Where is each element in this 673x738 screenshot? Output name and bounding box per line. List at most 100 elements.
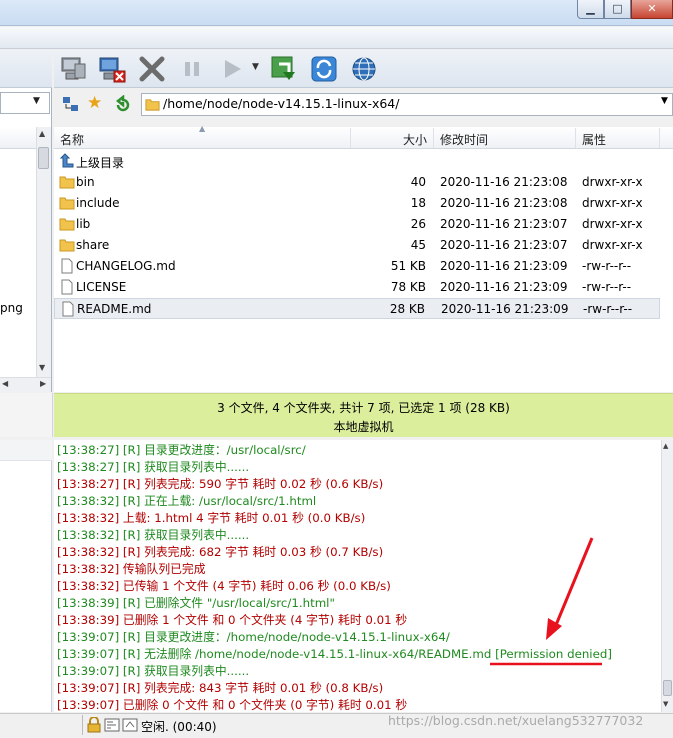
local-list-header <box>0 127 36 149</box>
log-entry: [13:38:27] [R] 获取目录列表中...... <box>57 460 250 474</box>
left-toolbar <box>0 50 52 88</box>
file-name: LICENSE <box>76 280 127 294</box>
file-size: 28 KB <box>389 302 425 316</box>
table-row[interactable]: bin 40 2020-11-16 21:23:08 drwxr-xr-x <box>54 172 660 193</box>
watermark: https://blog.csdn.net/xuelang532777032 <box>388 713 644 728</box>
chevron-down-icon[interactable]: ▼ <box>661 96 668 106</box>
chevron-down-icon[interactable]: ▼ <box>252 62 259 72</box>
remote-path-text[interactable]: /home/node/node-v14.15.1-linux-x64/ <box>163 96 399 111</box>
file-list-header <box>54 127 673 149</box>
log-entry: [13:38:32] [R] 获取目录列表中...... <box>57 528 250 542</box>
folder-icon <box>59 218 75 231</box>
maximize-button[interactable]: □ <box>604 0 631 19</box>
file-attributes: drwxr-xr-x <box>582 217 643 231</box>
host-name: 本地虚拟机 <box>333 420 394 434</box>
log-entry: [13:39:07] [R] 目录更改进度：/home/node/node-v1… <box>57 630 450 644</box>
file-icon <box>61 258 73 274</box>
parent-dir-icon <box>59 153 74 168</box>
chevron-down-icon[interactable]: ▼ <box>33 96 40 106</box>
log-entry: [13:38:39] [R] 已删除文件 "/usr/local/src/1.h… <box>57 596 335 610</box>
local-file-name[interactable]: png <box>0 301 23 315</box>
minimize-button[interactable]: ▁ <box>577 0 604 19</box>
log-entry: [13:39:07] [R] 无法删除 /home/node/node-v14.… <box>57 647 612 661</box>
column-header-size[interactable]: 大小 <box>403 131 427 148</box>
file-icon <box>61 279 73 295</box>
folder-icon <box>59 197 75 210</box>
globe-icon[interactable] <box>349 54 379 84</box>
column-header-attr[interactable]: 属性 <box>582 131 606 148</box>
folder-icon <box>59 176 75 189</box>
menu-strip <box>0 27 673 49</box>
cancel-icon[interactable] <box>137 54 167 84</box>
file-attributes: drwxr-xr-x <box>582 196 643 210</box>
log-entry: [13:38:32] 已传输 1 个文件 (4 字节) 耗时 0.06 秒 (0… <box>57 579 391 593</box>
pause-icon[interactable] <box>177 54 207 84</box>
log-vertical-scrollbar[interactable]: ▲ ▼ <box>661 440 673 712</box>
file-name: lib <box>76 217 91 231</box>
log-entry: [13:39:07] 已删除 0 个文件 和 0 个文件夹 (0 字节) 耗时 … <box>57 698 408 712</box>
back-arrow-icon[interactable] <box>114 95 132 113</box>
pane-separator <box>0 393 53 437</box>
table-row[interactable]: README.md 28 KB 2020-11-16 21:23:09 -rw-r--… <box>54 298 660 319</box>
file-size: 40 <box>410 175 426 189</box>
file-attributes: drwxr-xr-x <box>582 175 643 189</box>
file-modified: 2020-11-16 21:23:08 <box>440 175 568 189</box>
file-size: 78 KB <box>390 280 426 294</box>
idle-status: 空闲. (00:40) <box>141 720 217 734</box>
queue-header <box>0 440 52 461</box>
local-vertical-scrollbar[interactable]: ▲ ▼ <box>36 127 51 377</box>
connection-status-icon <box>122 718 138 732</box>
local-address-box[interactable] <box>0 92 50 114</box>
table-row[interactable]: lib 26 2020-11-16 21:23:07 drwxr-xr-x <box>54 214 660 235</box>
title-bar <box>0 0 673 26</box>
file-icon <box>62 301 74 317</box>
sync-download-icon[interactable] <box>269 54 299 84</box>
file-modified: 2020-11-16 21:23:09 <box>441 302 569 316</box>
file-name: include <box>76 196 120 210</box>
column-header-name[interactable]: 名称 <box>60 131 84 148</box>
refresh-icon[interactable] <box>309 54 339 84</box>
terminal-icon[interactable] <box>104 717 120 733</box>
file-size: 26 <box>410 217 426 231</box>
file-size: 18 <box>410 196 426 210</box>
connect-icon[interactable] <box>59 54 89 84</box>
file-size: 51 KB <box>390 259 426 273</box>
play-icon[interactable] <box>217 54 247 84</box>
file-name: 上级目录 <box>76 156 125 170</box>
table-row[interactable]: 上级目录 <box>54 151 660 172</box>
file-name: CHANGELOG.md <box>76 259 176 273</box>
favorite-star-icon[interactable]: ★ <box>87 93 102 113</box>
log-entry: [13:38:32] [R] 列表完成: 682 字节 耗时 0.03 秒 (0… <box>57 545 384 559</box>
folder-icon <box>59 239 75 252</box>
sort-ascending-icon: ▲ <box>199 124 206 133</box>
table-row[interactable]: LICENSE 78 KB 2020-11-16 21:23:09 -rw-r--r-… <box>54 277 660 298</box>
table-row[interactable]: CHANGELOG.md 51 KB 2020-11-16 21:23:09 -rw-… <box>54 256 660 277</box>
file-modified: 2020-11-16 21:23:07 <box>440 238 568 252</box>
file-modified: 2020-11-16 21:23:09 <box>440 280 568 294</box>
toolbar: ▼ <box>54 50 673 88</box>
log-entry: [13:38:32] 上载: 1.html 4 字节 耗时 0.01 秒 (0.… <box>57 511 366 525</box>
queue-pane <box>0 440 52 712</box>
table-row[interactable]: include 18 2020-11-16 21:23:08 drwxr-xr-x <box>54 193 660 214</box>
disconnect-icon[interactable] <box>97 54 127 84</box>
file-attributes: -rw-r--r-- <box>583 302 633 316</box>
folder-icon <box>145 99 160 111</box>
divider <box>82 715 83 735</box>
network-icon[interactable] <box>62 96 79 113</box>
file-attributes: -rw-r--r-- <box>582 280 632 294</box>
local-horizontal-scrollbar[interactable]: ◀ ▶ <box>0 377 51 392</box>
file-attributes: -rw-r--r-- <box>582 259 632 273</box>
log-entry: [13:38:32] [R] 正在上载: /usr/local/src/1.ht… <box>57 494 317 508</box>
table-row[interactable]: share 45 2020-11-16 21:23:07 drwxr-xr-x <box>54 235 660 256</box>
file-modified: 2020-11-16 21:23:07 <box>440 217 568 231</box>
log-entry: [13:39:07] [R] 列表完成: 843 字节 耗时 0.01 秒 (0… <box>57 681 384 695</box>
log-entry: [13:38:39] 已删除 1 个文件 和 0 个文件夹 (4 字节) 耗时 … <box>57 613 408 627</box>
log-entry: [13:38:27] [R] 目录更改进度：/usr/local/src/ <box>57 443 306 457</box>
close-button[interactable]: ✕ <box>631 0 673 19</box>
column-header-date[interactable]: 修改时间 <box>440 131 488 148</box>
file-name: share <box>76 238 110 252</box>
file-modified: 2020-11-16 21:23:08 <box>440 196 568 210</box>
file-name: README.md <box>77 302 152 316</box>
log-entry: [13:39:07] [R] 获取目录列表中...... <box>57 664 250 678</box>
selection-summary: 3 个文件, 4 个文件夹, 共计 7 项, 已选定 1 项 (28 KB) <box>217 401 510 415</box>
